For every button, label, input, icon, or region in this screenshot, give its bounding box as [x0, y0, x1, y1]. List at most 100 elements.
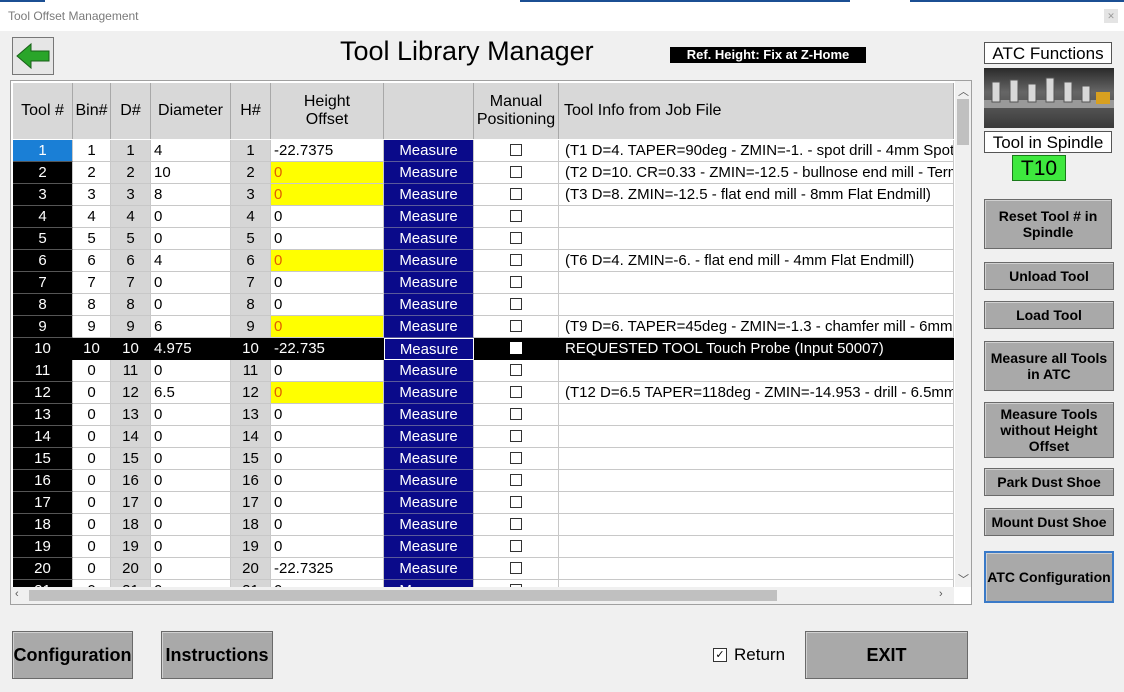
height-offset-cell[interactable]: 0	[271, 206, 384, 228]
measure-button[interactable]: Measure	[384, 206, 474, 228]
table-row[interactable]: 12 0 12 6.5 12 0 Measure (T12 D=6.5 TAPER=118de…	[11, 382, 954, 404]
table-row[interactable]: 18 0 18 0 18 0 Measure	[11, 514, 954, 536]
manual-positioning-checkbox[interactable]	[510, 320, 522, 332]
scroll-left-icon[interactable]: ‹	[15, 588, 19, 600]
manual-positioning-checkbox[interactable]	[510, 540, 522, 552]
height-offset-cell[interactable]: 0	[271, 294, 384, 316]
manual-positioning-cell[interactable]	[474, 316, 559, 338]
height-offset-cell[interactable]: 0	[271, 382, 384, 404]
table-row[interactable]: 3 3 3 8 3 0 Measure (T3 D=8. ZMIN=-12.5 - flat …	[11, 184, 954, 206]
diameter-cell[interactable]: 4	[151, 140, 231, 162]
diameter-cell[interactable]: 0	[151, 448, 231, 470]
manual-positioning-checkbox[interactable]	[510, 254, 522, 266]
height-offset-cell[interactable]: -22.7325	[271, 558, 384, 580]
column-header-tool-info[interactable]: Tool Info from Job File	[559, 83, 954, 139]
measure-button[interactable]: Measure	[384, 426, 474, 448]
diameter-cell[interactable]: 0	[151, 426, 231, 448]
reset-tool-in-spindle-button[interactable]: Reset Tool # in Spindle	[984, 199, 1112, 249]
diameter-cell[interactable]: 0	[151, 228, 231, 250]
diameter-cell[interactable]: 0	[151, 404, 231, 426]
manual-positioning-checkbox[interactable]	[510, 210, 522, 222]
table-row[interactable]: 2 2 2 10 2 0 Measure (T2 D=10. CR=0.33 - ZMIN=-…	[11, 162, 954, 184]
column-header-d[interactable]: D#	[111, 83, 151, 139]
height-offset-cell[interactable]: 0	[271, 448, 384, 470]
table-row[interactable]: 7 7 7 0 7 0 Measure	[11, 272, 954, 294]
table-row[interactable]: 17 0 17 0 17 0 Measure	[11, 492, 954, 514]
table-row[interactable]: 13 0 13 0 13 0 Measure	[11, 404, 954, 426]
table-row[interactable]: 19 0 19 0 19 0 Measure	[11, 536, 954, 558]
diameter-cell[interactable]: 0	[151, 492, 231, 514]
height-offset-cell[interactable]: 0	[271, 272, 384, 294]
measure-button[interactable]: Measure	[384, 228, 474, 250]
manual-positioning-checkbox[interactable]	[510, 232, 522, 244]
height-offset-cell[interactable]: 0	[271, 316, 384, 338]
measure-button[interactable]: Measure	[384, 272, 474, 294]
manual-positioning-checkbox[interactable]	[510, 474, 522, 486]
table-row[interactable]: 16 0 16 0 16 0 Measure	[11, 470, 954, 492]
measure-button[interactable]: Measure	[384, 360, 474, 382]
manual-positioning-checkbox[interactable]	[510, 144, 522, 156]
load-tool-button[interactable]: Load Tool	[984, 301, 1114, 329]
manual-positioning-cell[interactable]	[474, 338, 559, 360]
manual-positioning-cell[interactable]	[474, 184, 559, 206]
vertical-scrollbar[interactable]: ︿ ﹀	[955, 81, 971, 587]
measure-button[interactable]: Measure	[384, 580, 474, 587]
table-row[interactable]: 210210210Measure	[11, 580, 954, 587]
diameter-cell[interactable]: 4	[151, 250, 231, 272]
table-row[interactable]: 10 10 10 4.975 10 -22.735 Measure REQUESTED TOO…	[11, 338, 954, 360]
height-offset-cell[interactable]: -22.735	[271, 338, 384, 360]
manual-positioning-cell[interactable]	[474, 272, 559, 294]
height-offset-cell[interactable]: 0	[271, 360, 384, 382]
height-offset-cell[interactable]: 0	[271, 580, 384, 587]
manual-positioning-cell[interactable]	[474, 580, 559, 587]
back-button[interactable]	[12, 37, 54, 75]
measure-button[interactable]: Measure	[384, 338, 474, 360]
column-header-measure[interactable]	[384, 83, 474, 139]
height-offset-cell[interactable]: 0	[271, 492, 384, 514]
height-offset-cell[interactable]: 0	[271, 250, 384, 272]
manual-positioning-cell[interactable]	[474, 558, 559, 580]
table-row[interactable]: 8 8 8 0 8 0 Measure	[11, 294, 954, 316]
diameter-cell[interactable]: 0	[151, 470, 231, 492]
measure-tools-without-height-offset-button[interactable]: Measure Tools without Height Offset	[984, 402, 1114, 458]
manual-positioning-cell[interactable]	[474, 228, 559, 250]
table-row[interactable]: 5 5 5 0 5 0 Measure	[11, 228, 954, 250]
instructions-button[interactable]: Instructions	[161, 631, 273, 679]
measure-button[interactable]: Measure	[384, 140, 474, 162]
height-offset-cell[interactable]: 0	[271, 184, 384, 206]
diameter-cell[interactable]: 0	[151, 272, 231, 294]
height-offset-cell[interactable]: 0	[271, 404, 384, 426]
diameter-cell[interactable]: 10	[151, 162, 231, 184]
column-header-diameter[interactable]: Diameter	[151, 83, 231, 139]
column-header-tool[interactable]: Tool #	[13, 83, 73, 139]
height-offset-cell[interactable]: 0	[271, 426, 384, 448]
diameter-cell[interactable]: 0	[151, 536, 231, 558]
manual-positioning-cell[interactable]	[474, 536, 559, 558]
manual-positioning-checkbox[interactable]	[510, 166, 522, 178]
manual-positioning-checkbox[interactable]	[510, 408, 522, 420]
scroll-right-icon[interactable]: ›	[939, 588, 943, 600]
measure-button[interactable]: Measure	[384, 470, 474, 492]
diameter-cell[interactable]: 0	[151, 558, 231, 580]
measure-button[interactable]: Measure	[384, 316, 474, 338]
table-row[interactable]: 9 9 9 6 9 0 Measure (T9 D=6. TAPER=45deg - ZMIN…	[11, 316, 954, 338]
measure-button[interactable]: Measure	[384, 382, 474, 404]
manual-positioning-checkbox[interactable]	[510, 188, 522, 200]
measure-button[interactable]: Measure	[384, 184, 474, 206]
height-offset-cell[interactable]: 0	[271, 536, 384, 558]
exit-button[interactable]: EXIT	[805, 631, 968, 679]
manual-positioning-checkbox[interactable]	[510, 496, 522, 508]
table-row[interactable]: 20 0 20 0 20 -22.7325 Measure	[11, 558, 954, 580]
atc-configuration-button[interactable]: ATC Configuration	[984, 551, 1114, 603]
manual-positioning-cell[interactable]	[474, 140, 559, 162]
unload-tool-button[interactable]: Unload Tool	[984, 262, 1114, 290]
horizontal-scroll-thumb[interactable]	[29, 590, 777, 601]
diameter-cell[interactable]: 4.975	[151, 338, 231, 360]
diameter-cell[interactable]: 0	[151, 206, 231, 228]
table-row[interactable]: 6 6 6 4 6 0 Measure (T6 D=4. ZMIN=-6. - flat en…	[11, 250, 954, 272]
measure-button[interactable]: Measure	[384, 558, 474, 580]
measure-button[interactable]: Measure	[384, 514, 474, 536]
manual-positioning-cell[interactable]	[474, 250, 559, 272]
manual-positioning-cell[interactable]	[474, 470, 559, 492]
diameter-cell[interactable]: 0	[151, 294, 231, 316]
